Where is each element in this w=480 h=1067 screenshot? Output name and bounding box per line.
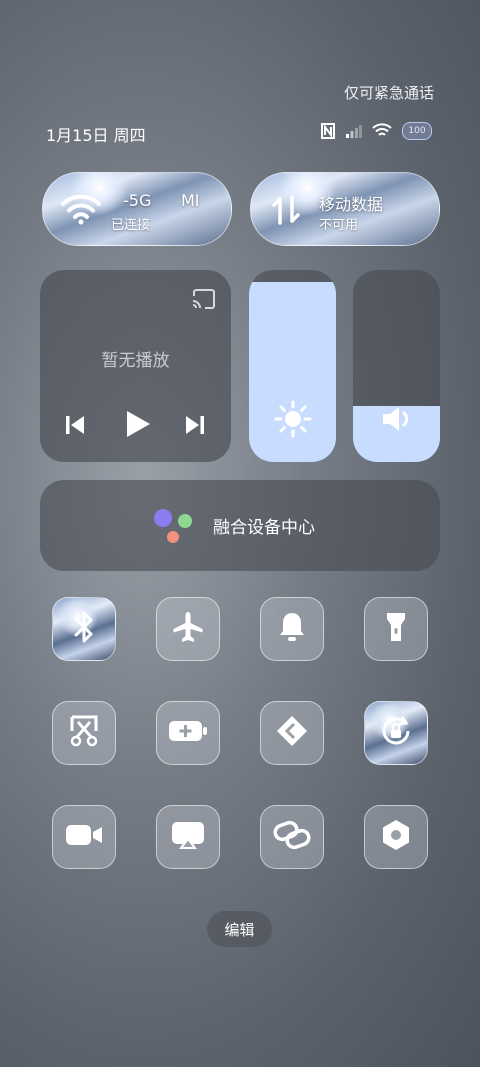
bluetooth-toggle[interactable] xyxy=(52,597,116,661)
wifi-name: -5G xyxy=(123,191,152,210)
wifi-tile[interactable]: -5G MI 已连接 xyxy=(42,172,232,246)
screen-record-toggle[interactable] xyxy=(52,805,116,869)
mobile-data-tile[interactable]: 移动数据 不可用 xyxy=(250,172,440,246)
share-diamond-icon xyxy=(275,714,309,752)
wifi-name-extra: MI xyxy=(181,191,200,210)
airplane-mode-toggle[interactable] xyxy=(156,597,220,661)
flashlight-icon xyxy=(384,610,408,648)
sound-toggle[interactable] xyxy=(260,597,324,661)
next-track-icon[interactable] xyxy=(184,414,206,440)
mobile-data-title: 移动数据 xyxy=(319,195,384,214)
airplane-icon xyxy=(171,610,205,648)
device-hub-label: 融合设备中心 xyxy=(213,518,315,538)
emergency-calls-only: 仅可紧急通话 xyxy=(343,84,434,102)
previous-track-icon[interactable] xyxy=(64,414,86,440)
cast-toggle[interactable] xyxy=(156,805,220,869)
rotation-lock-icon xyxy=(378,713,414,753)
status-bar-icons: 100 xyxy=(320,122,432,140)
rotation-lock-toggle[interactable] xyxy=(364,701,428,765)
media-title: 暂无播放 xyxy=(101,351,170,371)
volume-slider[interactable] xyxy=(353,270,440,462)
nearby-share-toggle[interactable] xyxy=(260,701,324,765)
device-hub-card[interactable]: 融合设备中心 xyxy=(40,480,440,571)
link-toggle[interactable] xyxy=(260,805,324,869)
link-icon xyxy=(273,820,311,854)
bluetooth-icon xyxy=(71,610,97,648)
hexagon-gear-icon xyxy=(380,818,412,856)
media-player-card[interactable]: 暂无播放 xyxy=(40,270,231,462)
play-icon[interactable] xyxy=(124,409,152,443)
brightness-icon xyxy=(249,400,336,442)
scissors-icon xyxy=(68,714,100,752)
data-arrows-icon xyxy=(269,193,303,231)
screenshot-toggle[interactable] xyxy=(52,701,116,765)
video-camera-icon xyxy=(65,822,103,852)
battery-saver-toggle[interactable] xyxy=(156,701,220,765)
mobile-data-status: 不可用 xyxy=(319,218,359,233)
flashlight-toggle[interactable] xyxy=(364,597,428,661)
screen-cast-icon xyxy=(170,820,206,854)
bell-icon xyxy=(277,610,307,648)
signal-icon xyxy=(346,124,362,138)
settings-toggle[interactable] xyxy=(364,805,428,869)
brightness-slider[interactable] xyxy=(249,270,336,462)
wifi-status: 已连接 xyxy=(111,218,151,233)
wifi-status-icon xyxy=(372,123,392,139)
date-label: 1月15日 周四 xyxy=(46,126,146,145)
wifi-icon xyxy=(61,193,101,229)
nfc-icon xyxy=(320,122,336,140)
device-hub-icon xyxy=(152,508,196,548)
cast-icon[interactable] xyxy=(191,288,217,314)
battery-icon: 100 xyxy=(402,122,432,140)
edit-button[interactable]: 编辑 xyxy=(207,911,272,947)
volume-icon xyxy=(353,404,440,438)
battery-plus-icon xyxy=(168,719,208,747)
